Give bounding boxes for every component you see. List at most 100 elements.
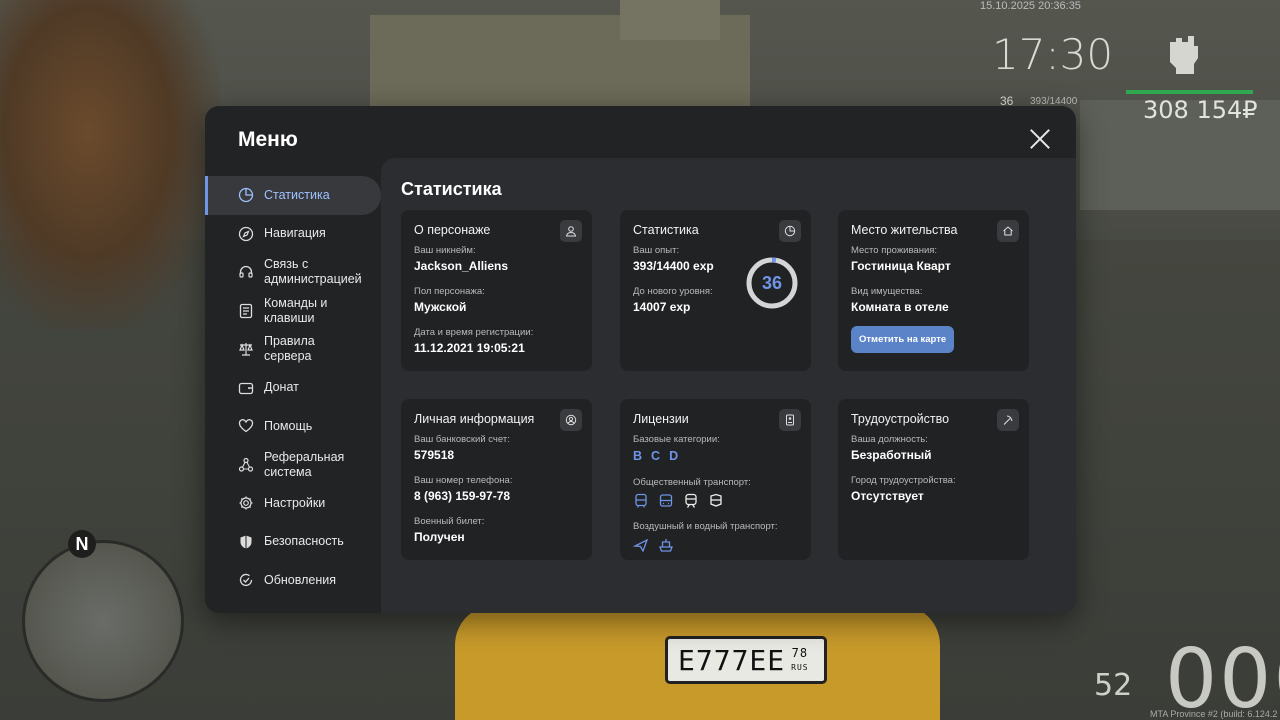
home-icon [997, 220, 1019, 242]
ship-icon [658, 537, 674, 553]
sidebar-item-commands[interactable]: Команды и клавиши [205, 292, 381, 331]
sidebar-item-label: Донат [264, 380, 299, 395]
compass-icon [238, 226, 254, 242]
sidebar-item-settings[interactable]: Настройки [205, 484, 381, 523]
sidebar-item-label: Безопасность [264, 534, 344, 549]
sidebar-item-label: Помощь [264, 418, 313, 433]
pie-chart-icon [779, 220, 801, 242]
card-title: Лицензии [633, 412, 689, 426]
bus-front-icon [658, 493, 674, 509]
sidebar-item-label: Связь с администрацией [264, 257, 362, 287]
sidebar-item-label: Статистика [264, 187, 330, 202]
pickaxe-icon [997, 409, 1019, 431]
base-categories-label: Базовые категории: [633, 434, 720, 445]
personal-card: Личная информация Ваш банковский счет: 5… [401, 399, 592, 560]
registration-label: Дата и время регистрации: [414, 327, 534, 338]
bank-value: 579518 [414, 448, 455, 462]
sidebar-item-rules[interactable]: Правила сервера [205, 330, 381, 369]
nickname-label: Ваш никнейм: [414, 245, 476, 256]
user-circle-icon [560, 409, 582, 431]
hud-clock: 17:30 [992, 30, 1114, 79]
sidebar-item-label: Навигация [264, 226, 326, 241]
bus-icon [633, 493, 649, 509]
sidebar-item-admin-contact[interactable]: Связь с администрацией [205, 253, 381, 292]
heart-hand-icon [238, 418, 254, 434]
job-city-label: Город трудоустройства: [851, 475, 956, 486]
sidebar-item-updates[interactable]: Обновления [205, 561, 381, 600]
phone-value: 8 (963) 159-97-78 [414, 489, 511, 503]
nickname-value: Jackson_Alliens [414, 259, 509, 273]
hud-datetime: 15.10.2025 20:36:35 [980, 0, 1081, 12]
public-transport-icons [633, 493, 798, 509]
bank-label: Ваш банковский счет: [414, 434, 510, 445]
plate-region: 78 RUS [791, 645, 809, 672]
job-card: Трудоустройство Ваша должность: Безработ… [838, 399, 1029, 560]
license-category: C [651, 449, 661, 463]
military-value: Получен [414, 530, 465, 544]
sidebar-item-label: Правила сервера [264, 334, 315, 364]
residence-card: Место жительства Место проживания: Гости… [838, 210, 1029, 371]
licenses-card: Лицензии Базовые категории: B C D Общест… [620, 399, 811, 560]
hud-money: 308 154₽ [1143, 96, 1258, 124]
card-title: Личная информация [414, 412, 535, 426]
stats-card: Статистика Ваш опыт: 393/14400 exp До но… [620, 210, 811, 371]
trolley-icon [708, 493, 724, 509]
sidebar-item-help[interactable]: Помощь [205, 407, 381, 446]
sidebar-item-label: Реферальная система [264, 449, 345, 479]
card-title: Место жительства [851, 223, 958, 237]
air-water-transport-label: Воздушный и водный транспорт: [633, 521, 778, 532]
shield-icon [238, 534, 254, 550]
card-title: Трудоустройство [851, 412, 950, 426]
scales-icon [238, 341, 254, 357]
sidebar-item-navigation[interactable]: Навигация [205, 215, 381, 254]
position-value: Безработный [851, 448, 932, 462]
id-card-icon [779, 409, 801, 431]
license-category: D [669, 449, 679, 463]
license-categories: B C D [633, 449, 798, 463]
position-label: Ваша должность: [851, 434, 928, 445]
plate-number: Е777ЕЕ [678, 643, 786, 677]
fist-icon [1162, 32, 1202, 74]
gender-value: Мужской [414, 300, 467, 314]
sidebar-item-label: Обновления [264, 572, 336, 587]
exp-label: Ваш опыт: [633, 245, 680, 256]
property-value: Комната в отеле [851, 300, 949, 314]
military-label: Военный билет: [414, 516, 485, 527]
sidebar-item-label: Команды и клавиши [264, 295, 328, 325]
refresh-check-icon [238, 572, 254, 588]
card-title: О персонаже [414, 223, 491, 237]
menu-title: Меню [238, 128, 298, 151]
level-value: 36 [761, 272, 783, 293]
license-plate: Е777ЕЕ 78 RUS [665, 636, 827, 684]
sidebar-item-referral[interactable]: Реферальная система [205, 446, 381, 485]
building-tower [620, 0, 720, 40]
place-value: Гостиница Кварт [851, 259, 951, 273]
build-info: MTA Province #2 (build: 6.124.2 [1150, 709, 1278, 719]
place-label: Место проживания: [851, 245, 938, 256]
compass-north: N [68, 530, 96, 558]
license-category: B [633, 449, 643, 463]
pie-chart-icon [238, 187, 254, 203]
job-city-value: Отсутствует [851, 489, 924, 503]
fuel-gauge: 52 [1094, 668, 1133, 703]
page-title: Статистика [401, 179, 502, 199]
sidebar-item-security[interactable]: Безопасность [205, 523, 381, 562]
sidebar-item-statistics[interactable]: Статистика [205, 176, 381, 215]
content-panel: Статистика О персонаже Ваш никнейм: Jack… [381, 158, 1076, 613]
minimap [22, 540, 184, 702]
health-bar [1126, 90, 1253, 94]
plane-icon [633, 537, 649, 553]
headset-icon [238, 264, 254, 280]
train-icon [683, 493, 699, 509]
air-water-transport-icons [633, 537, 798, 553]
sidebar-item-donate[interactable]: Донат [205, 369, 381, 408]
mark-on-map-button[interactable]: Отметить на карте [851, 326, 955, 353]
registration-value: 11.12.2021 19:05:21 [414, 341, 525, 355]
list-icon [238, 303, 254, 319]
close-icon[interactable] [1027, 126, 1053, 152]
wallet-icon [238, 380, 254, 396]
network-icon [238, 457, 254, 473]
phone-label: Ваш номер телефона: [414, 475, 513, 486]
gender-label: Пол персонажа: [414, 286, 485, 297]
speedometer: 000 [1165, 632, 1280, 720]
